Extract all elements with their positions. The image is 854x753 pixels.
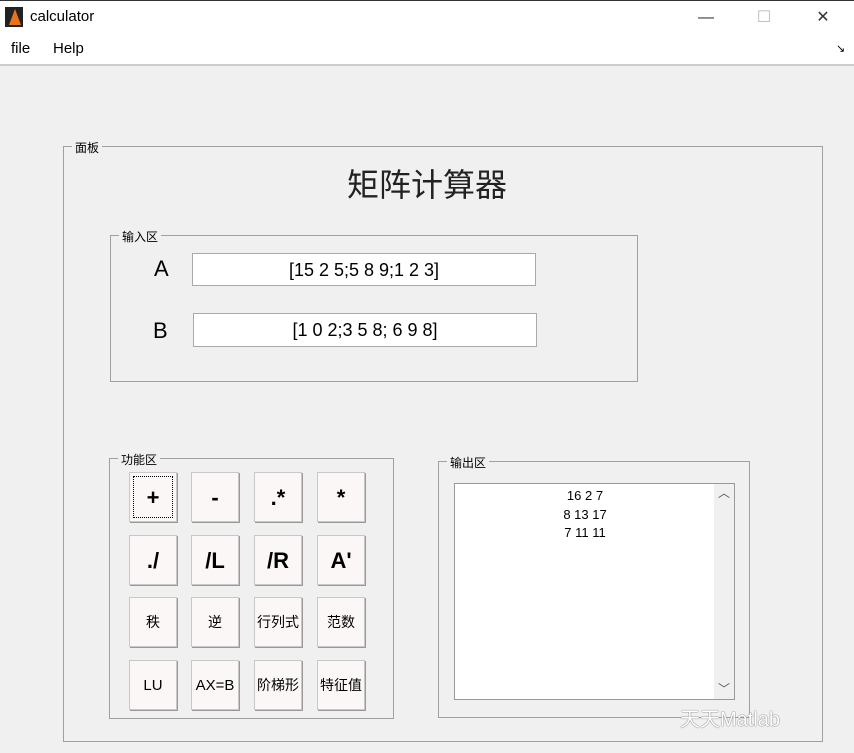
lu-button[interactable]: LU bbox=[129, 660, 177, 710]
scroll-up-icon[interactable]: ︿ bbox=[714, 484, 734, 501]
minimize-button[interactable]: — bbox=[686, 5, 726, 31]
norm-button[interactable]: 范数 bbox=[317, 597, 365, 647]
input-panel-label: 输入区 bbox=[119, 228, 161, 245]
output-panel-label: 输出区 bbox=[447, 454, 489, 471]
maximize-button[interactable]: ☐ bbox=[744, 5, 784, 31]
scrollbar[interactable]: ︿ ﹀ bbox=[714, 484, 734, 699]
page-title: 矩阵计算器 bbox=[0, 160, 854, 206]
solve-button[interactable]: AX=B bbox=[191, 660, 239, 710]
determinant-button[interactable]: 行列式 bbox=[254, 597, 302, 647]
main-panel-label: 面板 bbox=[72, 139, 102, 156]
b-label: B bbox=[153, 318, 168, 344]
dock-icon[interactable]: ↘ bbox=[836, 42, 845, 55]
window-title: calculator bbox=[30, 8, 94, 25]
rank-button[interactable]: 秩 bbox=[129, 597, 177, 647]
function-panel-label: 功能区 bbox=[118, 451, 160, 468]
eigenvalue-button[interactable]: 特征值 bbox=[317, 660, 365, 710]
output-row: 16 2 7 bbox=[455, 488, 715, 503]
output-row: 8 13 17 bbox=[455, 507, 715, 522]
elem-div-button[interactable]: ./ bbox=[129, 535, 177, 585]
a-label: A bbox=[154, 256, 169, 282]
matrix-a-input[interactable]: [15 2 5;5 8 9;1 2 3] bbox=[192, 253, 536, 286]
menu-bar: file Help ↘ bbox=[0, 34, 854, 66]
watermark: 天天Matlab bbox=[680, 703, 780, 732]
echelon-button[interactable]: 阶梯形 bbox=[254, 660, 302, 710]
matrix-b-input[interactable]: [1 0 2;3 5 8; 6 9 8] bbox=[193, 313, 537, 347]
inverse-button[interactable]: 逆 bbox=[191, 597, 239, 647]
output-listbox[interactable]: 16 2 7 8 13 17 7 11 11 ︿ ﹀ bbox=[454, 483, 735, 700]
left-div-button[interactable]: /L bbox=[191, 535, 239, 585]
title-bar: calculator — ☐ ✕ bbox=[0, 0, 854, 34]
scroll-down-icon[interactable]: ﹀ bbox=[714, 680, 734, 697]
right-div-button[interactable]: /R bbox=[254, 535, 302, 585]
close-button[interactable]: ✕ bbox=[803, 5, 843, 31]
output-row: 7 11 11 bbox=[455, 525, 715, 540]
matlab-logo-icon bbox=[5, 7, 23, 27]
transpose-button[interactable]: A' bbox=[317, 535, 365, 585]
minus-button[interactable]: - bbox=[191, 472, 239, 522]
mult-button[interactable]: * bbox=[317, 472, 365, 522]
plus-button[interactable]: + bbox=[129, 472, 177, 522]
menu-file[interactable]: file bbox=[11, 40, 30, 57]
elem-mult-button[interactable]: .* bbox=[254, 472, 302, 522]
menu-help[interactable]: Help bbox=[53, 40, 84, 57]
